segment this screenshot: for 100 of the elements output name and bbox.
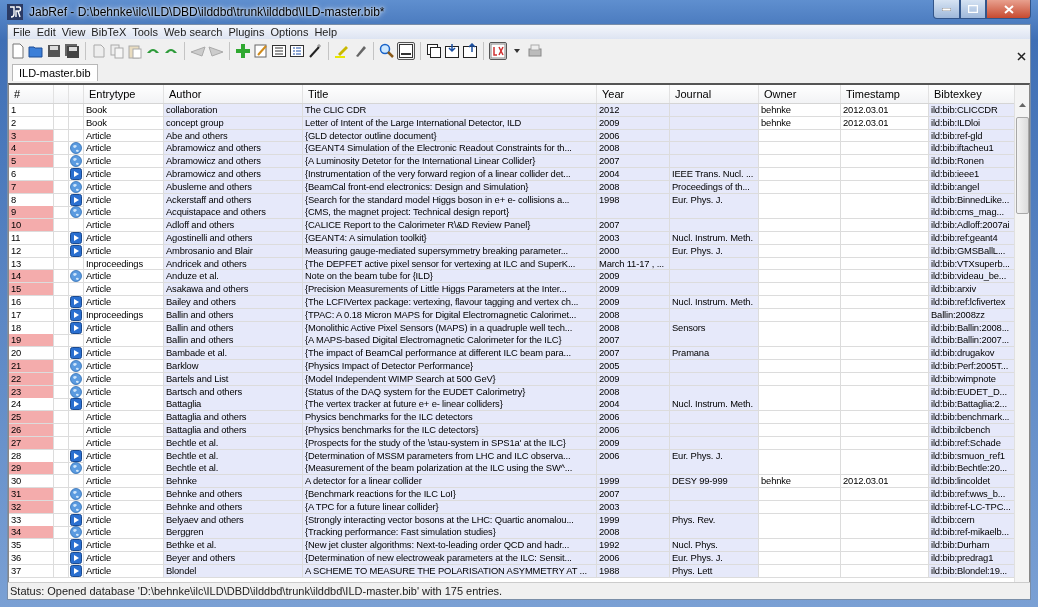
table-cell: Bethke et al.: [164, 539, 303, 553]
close-icon: [1003, 4, 1014, 14]
list-icon[interactable]: [289, 43, 305, 59]
table-cell: Article: [84, 334, 164, 348]
table-cell: 1992: [597, 539, 670, 553]
table-cell: Nucl. Instrum. Meth.: [670, 398, 759, 412]
app-logo-icon: [7, 4, 23, 20]
table-cell: Pramana: [670, 347, 759, 361]
file-tab[interactable]: ILD-master.bib: [12, 64, 98, 81]
table-cell: Article: [84, 462, 164, 476]
table-cell: {The impact of BeamCal performance at different ILC beam para...: [303, 347, 597, 361]
lyx-icon[interactable]: [490, 43, 506, 59]
table-cell: ild:bib:CLICCDR: [929, 104, 1014, 117]
add-icon[interactable]: [235, 43, 251, 59]
table-cell: Anduze et al.: [164, 270, 303, 284]
menu-item[interactable]: View: [58, 25, 89, 39]
table-cell: Ballin and others: [164, 334, 303, 348]
menu-item[interactable]: Tools: [129, 25, 161, 39]
row-number-cell: 15: [9, 283, 54, 296]
export-icon[interactable]: [462, 43, 478, 59]
maximize-icon: [968, 5, 978, 13]
table-cell: 1999: [597, 475, 670, 488]
column-header[interactable]: Author: [164, 85, 303, 103]
table-cell: 2008: [597, 142, 670, 156]
table-cell: 2007: [597, 155, 670, 169]
table-cell: ild:bib:cms_mag...: [929, 206, 1014, 220]
maximize-button[interactable]: [960, 0, 986, 19]
table-cell: {New jet cluster algorithms: Next-to-leading order QCD and hadr...: [303, 539, 597, 553]
table-cell: Bechtle et al.: [164, 462, 303, 476]
row-number-cell: 35: [9, 539, 54, 553]
scrollbar-thumb[interactable]: [1015, 117, 1029, 214]
new-file-icon[interactable]: [10, 43, 26, 59]
column-header[interactable]: #: [9, 85, 54, 103]
table-cell: The CLIC CDR: [303, 104, 597, 117]
row-number-cell: 1: [9, 104, 54, 117]
column-header[interactable]: Owner: [759, 85, 841, 103]
menu-item[interactable]: Web search: [160, 25, 226, 39]
table-cell: Asakawa and others: [164, 283, 303, 296]
table-cell: Note on the beam tube for {ILD}: [303, 270, 597, 284]
column-header[interactable]: Title: [303, 85, 597, 103]
row-number-cell: 14: [9, 270, 54, 284]
menu-item[interactable]: File: [10, 25, 34, 39]
column-header[interactable]: Journal: [670, 85, 759, 103]
table-cell: {The vertex tracker at future e+ e- linear colliders}: [303, 398, 597, 412]
table-cell: Article: [84, 206, 164, 220]
table-cell: Article: [84, 411, 164, 424]
table-cell: Abramowicz and others: [164, 155, 303, 169]
minimize-button[interactable]: [933, 0, 960, 19]
menu-item[interactable]: Edit: [33, 25, 59, 39]
table-cell: ild:bib:Battaglia:2...: [929, 398, 1014, 412]
row-number-cell: 24: [9, 398, 54, 412]
table-cell: behnke: [759, 104, 841, 117]
menu-item[interactable]: BibTeX: [88, 25, 130, 39]
table-cell: ild:bib:lincoldet: [929, 475, 1014, 488]
save-all-icon[interactable]: [64, 43, 80, 59]
table-cell: Article: [84, 475, 164, 488]
save-icon[interactable]: [46, 43, 62, 59]
table-cell: ild:bib:Ronen: [929, 155, 1014, 169]
row-number-cell: 20: [9, 347, 54, 361]
table-cell: Article: [84, 398, 164, 412]
text-lines-icon[interactable]: [271, 43, 287, 59]
search-icon[interactable]: [379, 43, 395, 59]
open-folder-icon[interactable]: [28, 43, 44, 59]
table-cell: Abramowicz and others: [164, 142, 303, 156]
column-header[interactable]: Timestamp: [841, 85, 929, 103]
scroll-up-icon[interactable]: [1018, 103, 1026, 107]
column-header[interactable]: Entrytype: [84, 85, 164, 103]
table-cell: Nucl. Phys.: [670, 539, 759, 553]
table-cell: 2012: [597, 104, 670, 117]
menu-item[interactable]: Options: [267, 25, 312, 39]
table-cell: ild:bib:Bechtle:20...: [929, 462, 1014, 476]
table-cell: {A MAPS-based Digital Electromagnetic Calorimeter for the ILC}: [303, 334, 597, 348]
table-cell: ild:bib:videau_be...: [929, 270, 1014, 284]
table-cell: {CMS, the magnet project: Technical design report}: [303, 206, 597, 220]
window-icon[interactable]: [426, 43, 442, 59]
menu-item[interactable]: Help: [311, 25, 341, 39]
column-header[interactable]: Year: [597, 85, 670, 103]
table-cell: 2004: [597, 398, 670, 412]
table-cell: Article: [84, 219, 164, 232]
import-icon[interactable]: [444, 43, 460, 59]
status-text: Status: Opened database 'D:\behnke\ilc\ILD\DBD\ilddbd\trunk\ilddbd\ILD-master.bib' with 175 entries.: [10, 585, 503, 597]
table-cell: ild:bib:iftacheu1: [929, 142, 1014, 156]
table-cell: Battaglia and others: [164, 411, 303, 424]
table-cell: Article: [84, 347, 164, 361]
table-cell: ild:bib:ref-mikaelb...: [929, 526, 1014, 540]
table-cell: Article: [84, 155, 164, 169]
magic-wand-icon[interactable]: [307, 43, 323, 59]
menu-item[interactable]: Plugins: [225, 25, 268, 39]
table-cell: 2008: [597, 526, 670, 540]
table-cell: Acquistapace and others: [164, 206, 303, 220]
table-cell: ild:bib:benchmark...: [929, 411, 1014, 424]
table-cell: 2007: [597, 347, 670, 361]
table-cell: Article: [84, 539, 164, 553]
table-cell: 2006: [597, 411, 670, 424]
table-cell: 2007: [597, 219, 670, 232]
close-icon[interactable]: [1017, 52, 1026, 61]
panel-icon[interactable]: [398, 43, 414, 59]
close-button[interactable]: [986, 0, 1031, 19]
table-cell: {Tracking performance: Fast simulation studies}: [303, 526, 597, 540]
table-cell: Article: [84, 283, 164, 296]
